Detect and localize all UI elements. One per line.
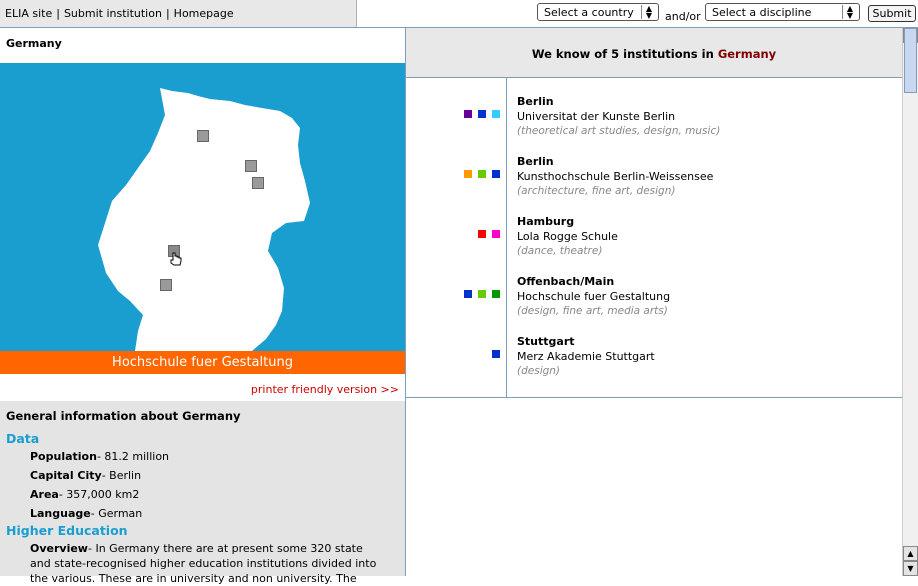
institution-entry[interactable]: Berlin Kunsthochschule Berlin-Weissensee… [406, 138, 902, 198]
institution-name[interactable]: Lola Rogge Schule [517, 230, 618, 243]
submit-institution-link[interactable]: Submit institution [64, 7, 162, 20]
fact-value: - 357,000 km2 [58, 488, 140, 501]
germany-map-shape [98, 88, 310, 351]
institutions-heading: We know of 5 institutions in Germany [406, 28, 902, 78]
institution-city: Berlin [517, 95, 554, 108]
discipline-color-squares [458, 170, 500, 178]
right-column: We know of 5 institutions in Germany Ber… [406, 28, 902, 576]
institution-entry[interactable]: Hamburg Lola Rogge Schule (dance, theatr… [406, 198, 902, 258]
discipline-color-squares [458, 110, 500, 118]
institution-entry[interactable]: Offenbach/Main Hochschule fuer Gestaltun… [406, 258, 902, 318]
institution-disciplines: (theoretical art studies, design, music) [517, 125, 721, 137]
discipline-square [478, 110, 486, 118]
discipline-square [464, 110, 472, 118]
higher-education-heading: Higher Education [6, 523, 128, 538]
institution-entry[interactable]: Stuttgart Merz Akademie Stuttgart (desig… [406, 318, 902, 378]
fact-label: Capital City [30, 469, 102, 482]
discipline-color-squares [472, 230, 500, 238]
institution-disciplines: (dance, theatre) [517, 245, 603, 257]
hand-cursor-icon [170, 252, 182, 266]
overview-label: Overview [30, 542, 88, 555]
discipline-square [492, 230, 500, 238]
institution-city: Stuttgart [517, 335, 575, 348]
vertical-scrollbar[interactable]: ▲ ▲ ▼ [902, 28, 918, 576]
left-column: Germany Hochschule fuer Gestaltung print… [0, 28, 406, 585]
data-heading: Data [6, 431, 40, 446]
scroll-up-button[interactable]: ▲ [903, 546, 918, 561]
fact-capital-city: Capital City- Berlin [30, 469, 141, 482]
institution-disciplines: (architecture, fine art, design) [517, 185, 676, 197]
heading-country: Germany [717, 47, 777, 61]
submit-button[interactable]: Submit [868, 5, 916, 22]
scrollbar-thumb[interactable] [904, 28, 917, 93]
country-select[interactable]: Select a country ▲ ▼ [537, 3, 659, 21]
overview-text: Overview- In Germany there are at presen… [30, 541, 380, 586]
select-arrows-icon: ▲ ▼ [641, 5, 656, 20]
institution-name[interactable]: Kunsthochschule Berlin-Weissensee [517, 170, 713, 183]
homepage-link[interactable]: Homepage [174, 7, 234, 20]
institution-entry[interactable]: Berlin Universitat der Kunste Berlin (th… [406, 78, 902, 138]
top-links: ELIA site | Submit institution | Homepage [5, 7, 234, 20]
top-links-panel: ELIA site | Submit institution | Homepage [0, 0, 357, 27]
and-or-label: and/or [665, 10, 701, 23]
discipline-select-value: Select a discipline [712, 6, 812, 19]
fact-value: - 81.2 million [96, 450, 170, 463]
fact-value: - Berlin [101, 469, 142, 482]
discipline-square [478, 170, 486, 178]
institution-name[interactable]: Universitat der Kunste Berlin [517, 110, 675, 123]
institution-disciplines: (design, fine art, media arts) [517, 305, 668, 317]
institution-city: Hamburg [517, 215, 575, 228]
discipline-square [492, 350, 500, 358]
discipline-select[interactable]: Select a discipline ▲ ▼ [705, 3, 860, 21]
discipline-square [478, 290, 486, 298]
fact-label: Area [30, 488, 59, 501]
map-marker[interactable] [197, 130, 209, 142]
separator: | [56, 7, 60, 20]
map-marker[interactable] [160, 279, 172, 291]
institution-list: Berlin Universitat der Kunste Berlin (th… [406, 78, 902, 398]
country-map [0, 63, 405, 351]
fact-value: - German [90, 507, 143, 520]
discipline-color-squares [486, 350, 500, 358]
institution-name[interactable]: Merz Akademie Stuttgart [517, 350, 655, 363]
discipline-color-squares [458, 290, 500, 298]
institution-disciplines: (design) [517, 365, 561, 377]
fact-area: Area- 357,000 km2 [30, 488, 139, 501]
elia-site-link[interactable]: ELIA site [5, 7, 52, 20]
map-marker[interactable] [245, 160, 257, 172]
institution-name[interactable]: Hochschule fuer Gestaltung [517, 290, 670, 303]
map-marker[interactable] [252, 177, 264, 189]
select-arrows-icon: ▲ ▼ [842, 5, 857, 20]
fact-label: Population [30, 450, 97, 463]
discipline-square [492, 170, 500, 178]
top-bar: ELIA site | Submit institution | Homepage Se… [0, 0, 918, 28]
info-title: General information about Germany [6, 409, 241, 423]
fact-language: Language- German [30, 507, 142, 520]
map-caption: Hochschule fuer Gestaltung [0, 351, 405, 374]
discipline-square [464, 170, 472, 178]
separator: | [165, 7, 170, 20]
institution-city: Berlin [517, 155, 554, 168]
fact-population: Population- 81.2 million [30, 450, 169, 463]
discipline-square [478, 230, 486, 238]
country-outline [98, 88, 310, 351]
country-title: Germany [6, 37, 62, 50]
discipline-square [492, 290, 500, 298]
country-select-value: Select a country [544, 6, 634, 19]
discipline-square [492, 110, 500, 118]
institution-city: Offenbach/Main [517, 275, 615, 288]
discipline-square [464, 290, 472, 298]
printer-friendly-link[interactable]: printer friendly version >> [251, 383, 399, 396]
fact-label: Language [30, 507, 91, 520]
heading-prefix: We know of 5 institutions in [531, 47, 714, 61]
scroll-down-button[interactable]: ▼ [903, 561, 918, 576]
general-info-panel: General information about Germany Data P… [0, 401, 405, 585]
